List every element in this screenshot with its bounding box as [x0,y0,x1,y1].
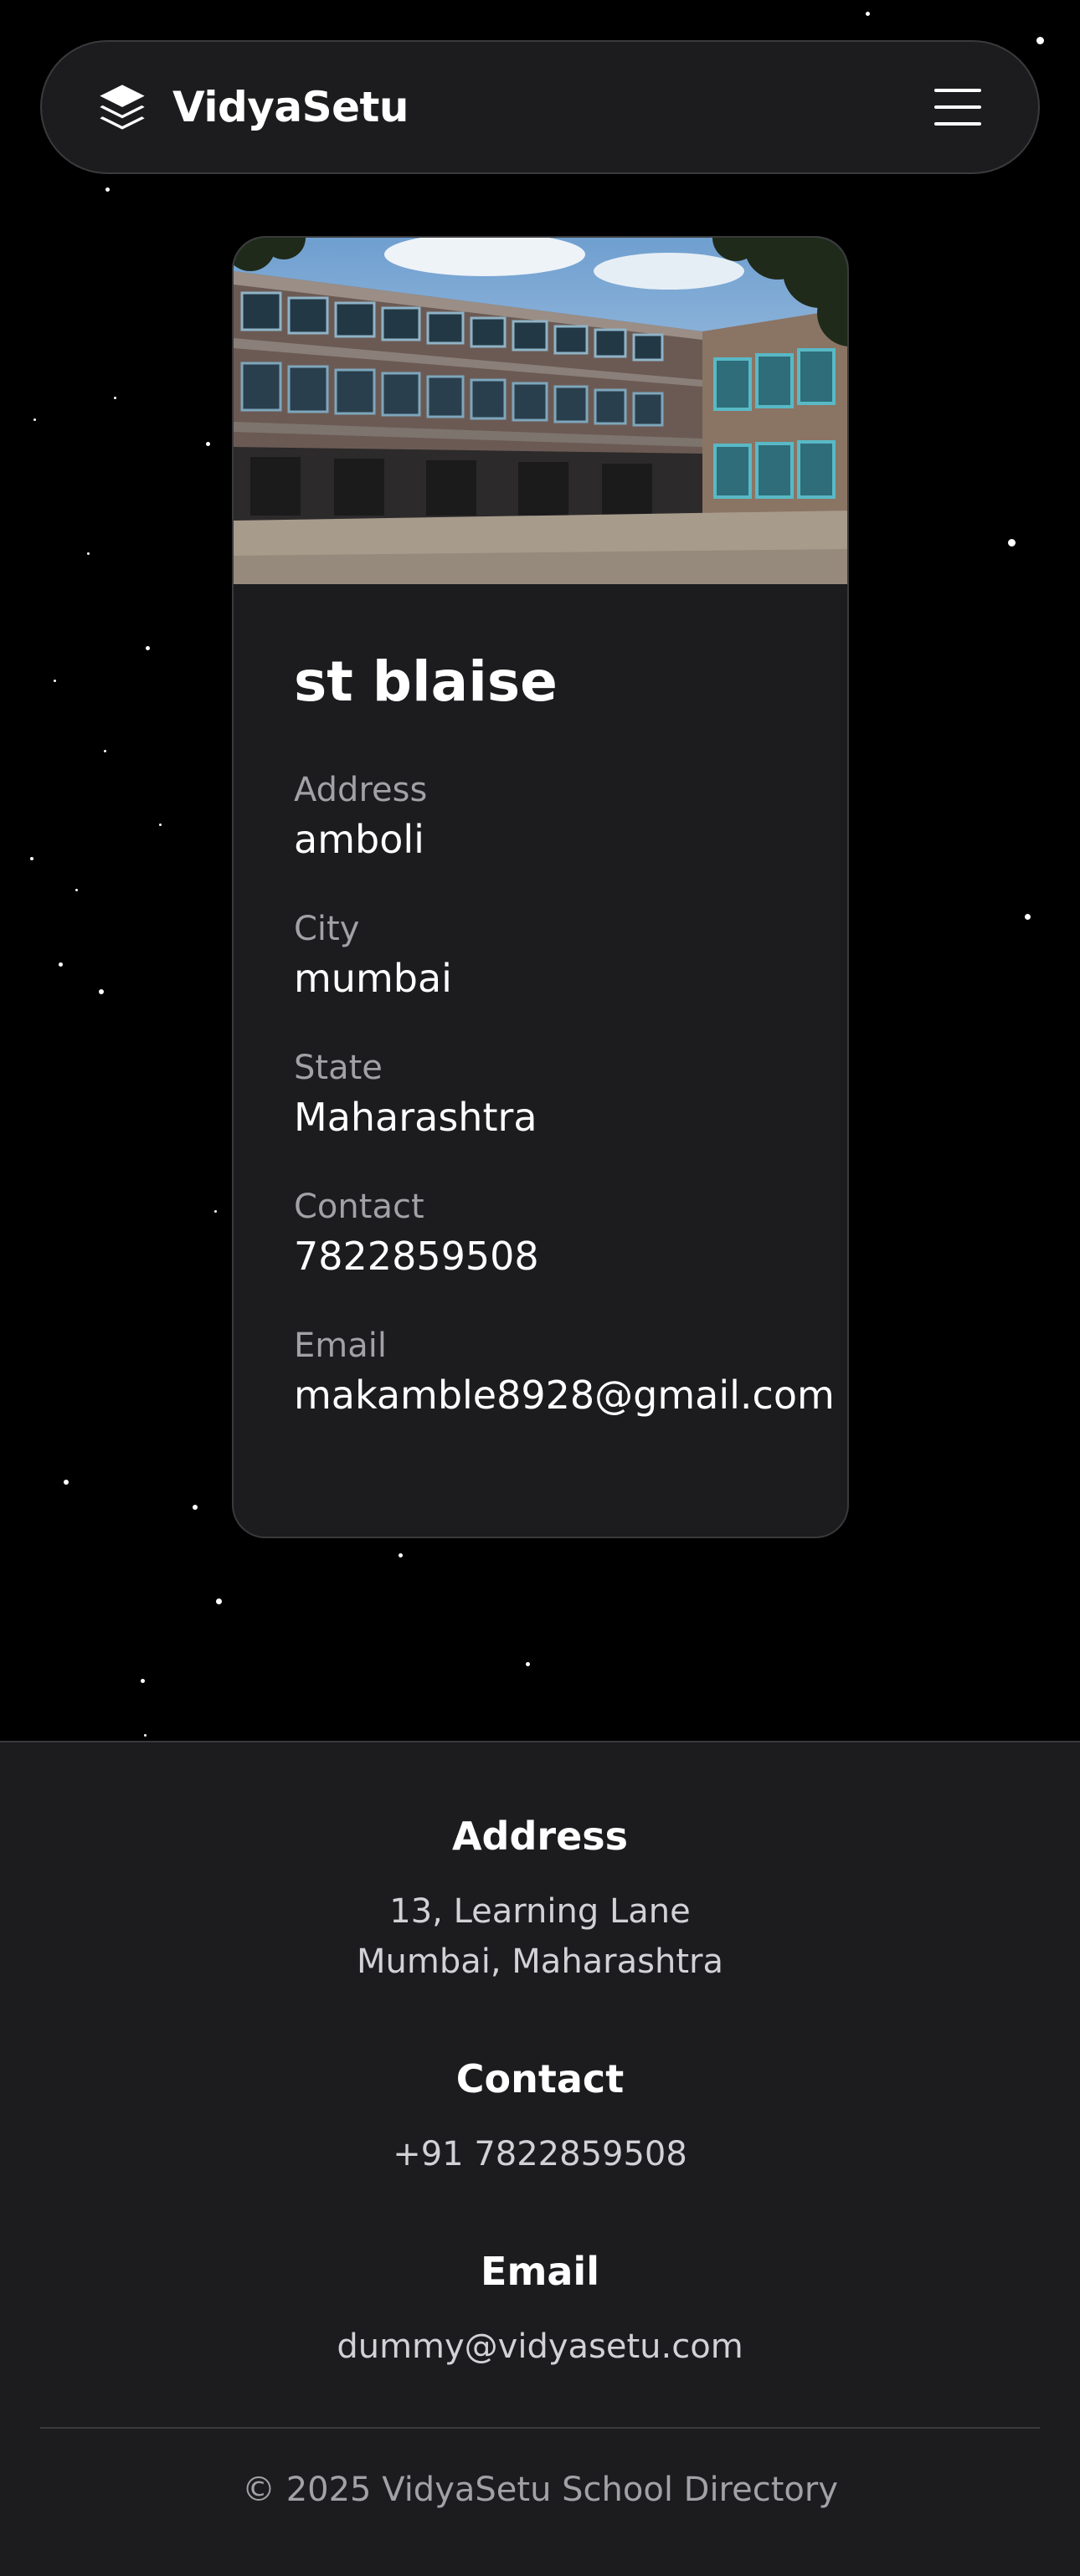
footer-address: Address 13, Learning Lane Mumbai, Mahara… [0,1811,1080,1987]
card-body: st blaise Address amboli City mumbai Sta… [234,584,847,1420]
star [1008,539,1016,547]
field-label: Email [294,1326,387,1365]
school-card: st blaise Address amboli City mumbai Sta… [232,236,849,1538]
star [866,12,870,16]
star [99,989,104,994]
star [75,889,78,891]
menu-bar [934,122,981,126]
field-label: Contact [294,1188,424,1226]
star [54,680,56,682]
star [214,1210,217,1213]
footer-email-link[interactable]: dummy@vidyasetu.com [0,2322,1080,2372]
star [159,824,162,826]
star [526,1662,530,1666]
copyright: © 2025 VidyaSetu School Directory [241,2471,838,2509]
address-field: Address amboli [294,769,787,865]
star [114,397,116,399]
star [33,418,36,421]
star [59,962,63,967]
field-label: City [294,910,360,948]
brand-name: VidyaSetu [172,83,409,131]
footer-contact-title: Contact [455,2056,625,2101]
layers-icon [100,85,145,130]
field-value: makamble8928@gmail.com [294,1373,835,1418]
footer-address-line: 13, Learning Lane [389,1892,691,1931]
email-field: Email makamble8928@gmail.com [294,1325,835,1420]
field-label: Address [294,771,428,809]
state-field: State Maharashtra [294,1047,787,1142]
field-value: mumbai [294,956,452,1001]
city-field: City mumbai [294,908,787,1003]
field-value: 7822859508 [294,1234,539,1279]
footer: Address 13, Learning Lane Mumbai, Mahara… [0,1741,1080,2576]
footer-email-title: Email [481,2249,599,2294]
page: VidyaSetu st blaise Address amboli City … [0,0,1080,2576]
field-value: amboli [294,817,424,862]
brand[interactable]: VidyaSetu [95,80,409,134]
star [141,1679,145,1683]
footer-phone[interactable]: +91 7822859508 [0,2129,1080,2179]
star [206,442,210,446]
star [216,1598,222,1604]
star [105,187,110,192]
footer-contact: Contact +91 7822859508 [0,2054,1080,2179]
school-name: st blaise [294,649,558,714]
star [399,1553,403,1557]
star [1025,914,1031,920]
footer-divider [40,2427,1040,2429]
hamburger-menu-icon[interactable] [934,89,981,126]
star [144,1734,147,1737]
star [1036,37,1044,44]
star [87,552,90,555]
contact-field: Contact 7822859508 [294,1186,787,1281]
star [104,750,106,752]
footer-address-line: Mumbai, Maharashtra [357,1942,723,1981]
star [193,1505,198,1510]
menu-bar [934,105,981,109]
field-label: State [294,1049,383,1087]
field-value: Maharashtra [294,1095,537,1140]
footer-email: Email dummy@vidyasetu.com [0,2246,1080,2372]
navbar: VidyaSetu [40,40,1040,174]
school-building-illustration [234,238,847,584]
star [30,857,33,860]
star [64,1480,69,1485]
star [146,646,150,650]
menu-bar [934,89,981,92]
footer-address-title: Address [451,1814,629,1859]
school-building-photo [234,238,847,584]
